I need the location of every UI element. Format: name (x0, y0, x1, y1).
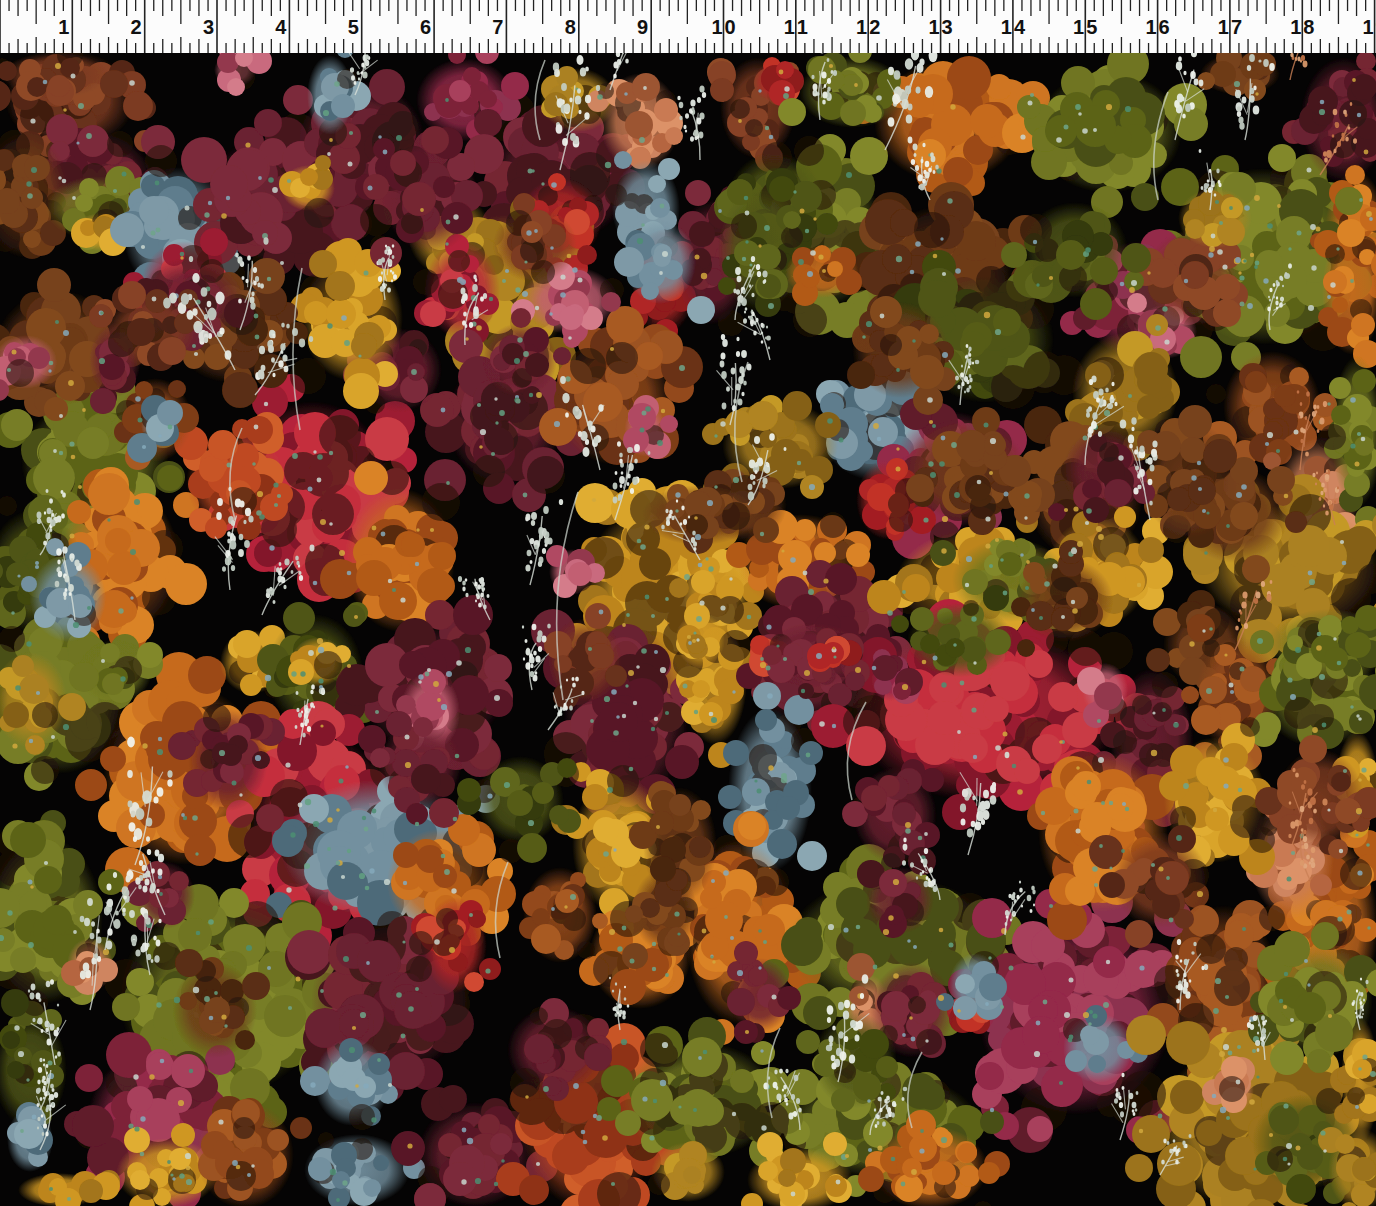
svg-text:1: 1 (1290, 16, 1301, 38)
svg-text:1: 1 (58, 16, 69, 38)
svg-text:1: 1 (1145, 16, 1156, 38)
svg-text:0: 0 (725, 16, 736, 38)
svg-text:6: 6 (420, 16, 431, 38)
svg-text:8: 8 (1303, 16, 1314, 38)
svg-text:4: 4 (1014, 16, 1026, 38)
svg-text:5: 5 (348, 16, 359, 38)
svg-text:1: 1 (856, 16, 867, 38)
svg-text:1: 1 (711, 16, 722, 38)
svg-text:1: 1 (797, 16, 808, 38)
svg-text:5: 5 (1086, 16, 1097, 38)
svg-text:1: 1 (928, 16, 939, 38)
svg-text:1: 1 (1073, 16, 1084, 38)
svg-text:7: 7 (1231, 16, 1242, 38)
svg-text:8: 8 (565, 16, 576, 38)
svg-text:9: 9 (637, 16, 648, 38)
svg-text:6: 6 (1159, 16, 1170, 38)
svg-text:2: 2 (869, 16, 880, 38)
svg-text:2: 2 (131, 16, 142, 38)
svg-text:1: 1 (1218, 16, 1229, 38)
svg-text:4: 4 (275, 16, 287, 38)
svg-text:7: 7 (492, 16, 503, 38)
svg-text:1: 1 (784, 16, 795, 38)
svg-text:3: 3 (942, 16, 953, 38)
svg-text:1: 1 (1001, 16, 1012, 38)
svg-text:3: 3 (203, 16, 214, 38)
svg-text:1: 1 (1362, 16, 1373, 38)
